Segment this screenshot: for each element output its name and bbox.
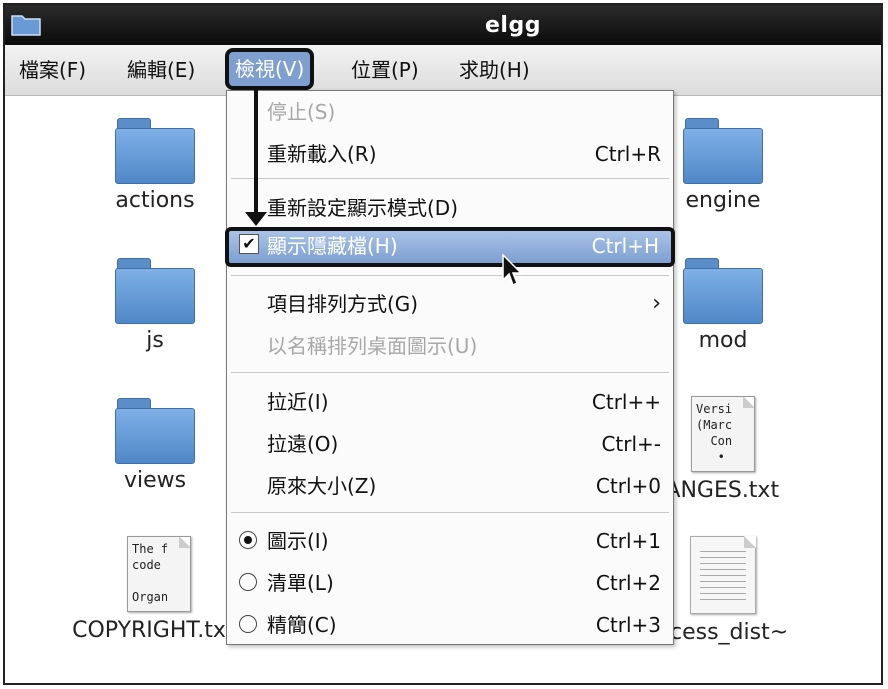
menu-item-label: 拉近(I) <box>267 390 329 414</box>
menu-file[interactable]: 檔案(F) <box>19 55 86 85</box>
menu-item-label: 停止(S) <box>267 100 336 124</box>
radio-icon <box>239 573 257 591</box>
file-label: views <box>123 468 187 493</box>
folder-icon <box>683 258 763 324</box>
menu-separator <box>231 512 669 513</box>
menu-item-stop: 停止(S) <box>227 93 673 131</box>
menu-item-arrange-items[interactable]: 項目排列方式(G) › <box>227 285 673 323</box>
menu-item-label: 顯示隱藏檔(H) <box>267 234 398 258</box>
menu-item-label: 精簡(C) <box>267 613 337 637</box>
file-label: mod <box>698 328 748 353</box>
view-menu-dropdown: 停止(S) 重新載入(R) Ctrl+R 重新設定顯示模式(D) ✔ 顯示隱藏檔… <box>225 90 675 645</box>
file-item-copyright[interactable]: The f code Organ COPYRIGHT.tx <box>72 536 229 643</box>
radio-selected-icon <box>239 531 257 549</box>
text-file-icon: Versi (Marc Con • <box>691 396 755 472</box>
menu-item-reload[interactable]: 重新載入(R) Ctrl+R <box>227 135 673 173</box>
menu-item-shortcut: Ctrl+- <box>601 432 661 456</box>
folder-icon <box>683 118 763 184</box>
menu-item-shortcut: Ctrl+3 <box>595 613 661 637</box>
menu-item-zoom-out[interactable]: 拉遠(O) Ctrl+- <box>227 425 673 463</box>
menu-edit[interactable]: 編輯(E) <box>127 55 195 85</box>
menu-item-label: 以名稱排列桌面圖示(U) <box>267 334 478 358</box>
menu-item-shortcut: Ctrl+1 <box>595 529 661 553</box>
mouse-pointer-icon <box>502 254 523 287</box>
menu-item-label: 拉遠(O) <box>267 432 339 456</box>
menu-item-view-icons[interactable]: 圖示(I) Ctrl+1 <box>227 522 673 560</box>
menu-item-label: 清單(L) <box>267 571 334 595</box>
file-item-js[interactable]: js <box>85 258 225 353</box>
menu-item-zoom-in[interactable]: 拉近(I) Ctrl++ <box>227 383 673 421</box>
file-label: COPYRIGHT.tx <box>72 618 226 643</box>
file-item-mod[interactable]: mod <box>653 258 793 353</box>
menu-bar: 檔案(F) 編輯(E) 檢視(V) 位置(P) 求助(H) <box>5 45 881 96</box>
submenu-arrow-icon: › <box>652 291 661 316</box>
callout-arrow-line <box>254 90 258 218</box>
menu-item-view-list[interactable]: 清單(L) Ctrl+2 <box>227 564 673 602</box>
menu-item-normal-size[interactable]: 原來大小(Z) Ctrl+0 <box>227 467 673 505</box>
menu-separator <box>231 178 669 179</box>
file-label: ccess_dist~ <box>657 620 789 645</box>
file-item-views[interactable]: views <box>85 398 225 493</box>
menu-location[interactable]: 位置(P) <box>351 55 419 85</box>
folder-icon <box>115 258 195 324</box>
menu-item-label: 原來大小(Z) <box>267 474 377 498</box>
menu-item-label: 圖示(I) <box>267 529 329 553</box>
text-file-icon: The f code Organ <box>127 536 191 612</box>
menu-item-show-hidden[interactable]: ✔ 顯示隱藏檔(H) Ctrl+H <box>225 227 675 267</box>
menu-item-reset-view[interactable]: 重新設定顯示模式(D) <box>227 189 673 227</box>
menu-separator <box>231 275 669 276</box>
folder-icon <box>115 118 195 184</box>
file-label: engine <box>685 188 761 213</box>
radio-icon <box>239 615 257 633</box>
file-item-actions[interactable]: actions <box>85 118 225 213</box>
menu-item-label: 重新設定顯示模式(D) <box>267 196 459 220</box>
menu-item-shortcut: Ctrl+2 <box>595 571 661 595</box>
file-label: actions <box>115 188 195 213</box>
menu-item-label: 項目排列方式(G) <box>267 292 419 316</box>
menu-item-shortcut: Ctrl+0 <box>595 474 661 498</box>
menu-item-arrange-desktop: 以名稱排列桌面圖示(U) <box>227 327 673 365</box>
text-file-icon <box>690 536 756 614</box>
menu-help[interactable]: 求助(H) <box>459 55 530 85</box>
file-label: js <box>146 328 164 353</box>
file-preview-text: The f code Organ <box>132 542 169 604</box>
file-item-htaccess[interactable]: ccess_dist~ <box>653 536 793 645</box>
window-title: elgg <box>485 13 541 38</box>
menu-item-label: 重新載入(R) <box>267 142 377 166</box>
menu-separator <box>231 372 669 373</box>
folder-icon <box>115 398 195 464</box>
menu-view[interactable]: 檢視(V) <box>225 48 315 90</box>
file-item-engine[interactable]: engine <box>653 118 793 213</box>
file-item-changes[interactable]: Versi (Marc Con • IANGES.txt <box>653 396 793 503</box>
callout-arrow-head <box>245 212 267 226</box>
checkbox-checked-icon: ✔ <box>239 234 259 254</box>
title-bar[interactable]: elgg <box>5 5 881 45</box>
menu-item-shortcut: Ctrl++ <box>591 390 661 414</box>
file-preview-text: Versi (Marc Con • <box>696 402 733 464</box>
menu-item-shortcut: Ctrl+H <box>591 234 659 258</box>
menu-item-view-compact[interactable]: 精簡(C) Ctrl+3 <box>227 606 673 644</box>
menu-item-shortcut: Ctrl+R <box>594 142 661 166</box>
